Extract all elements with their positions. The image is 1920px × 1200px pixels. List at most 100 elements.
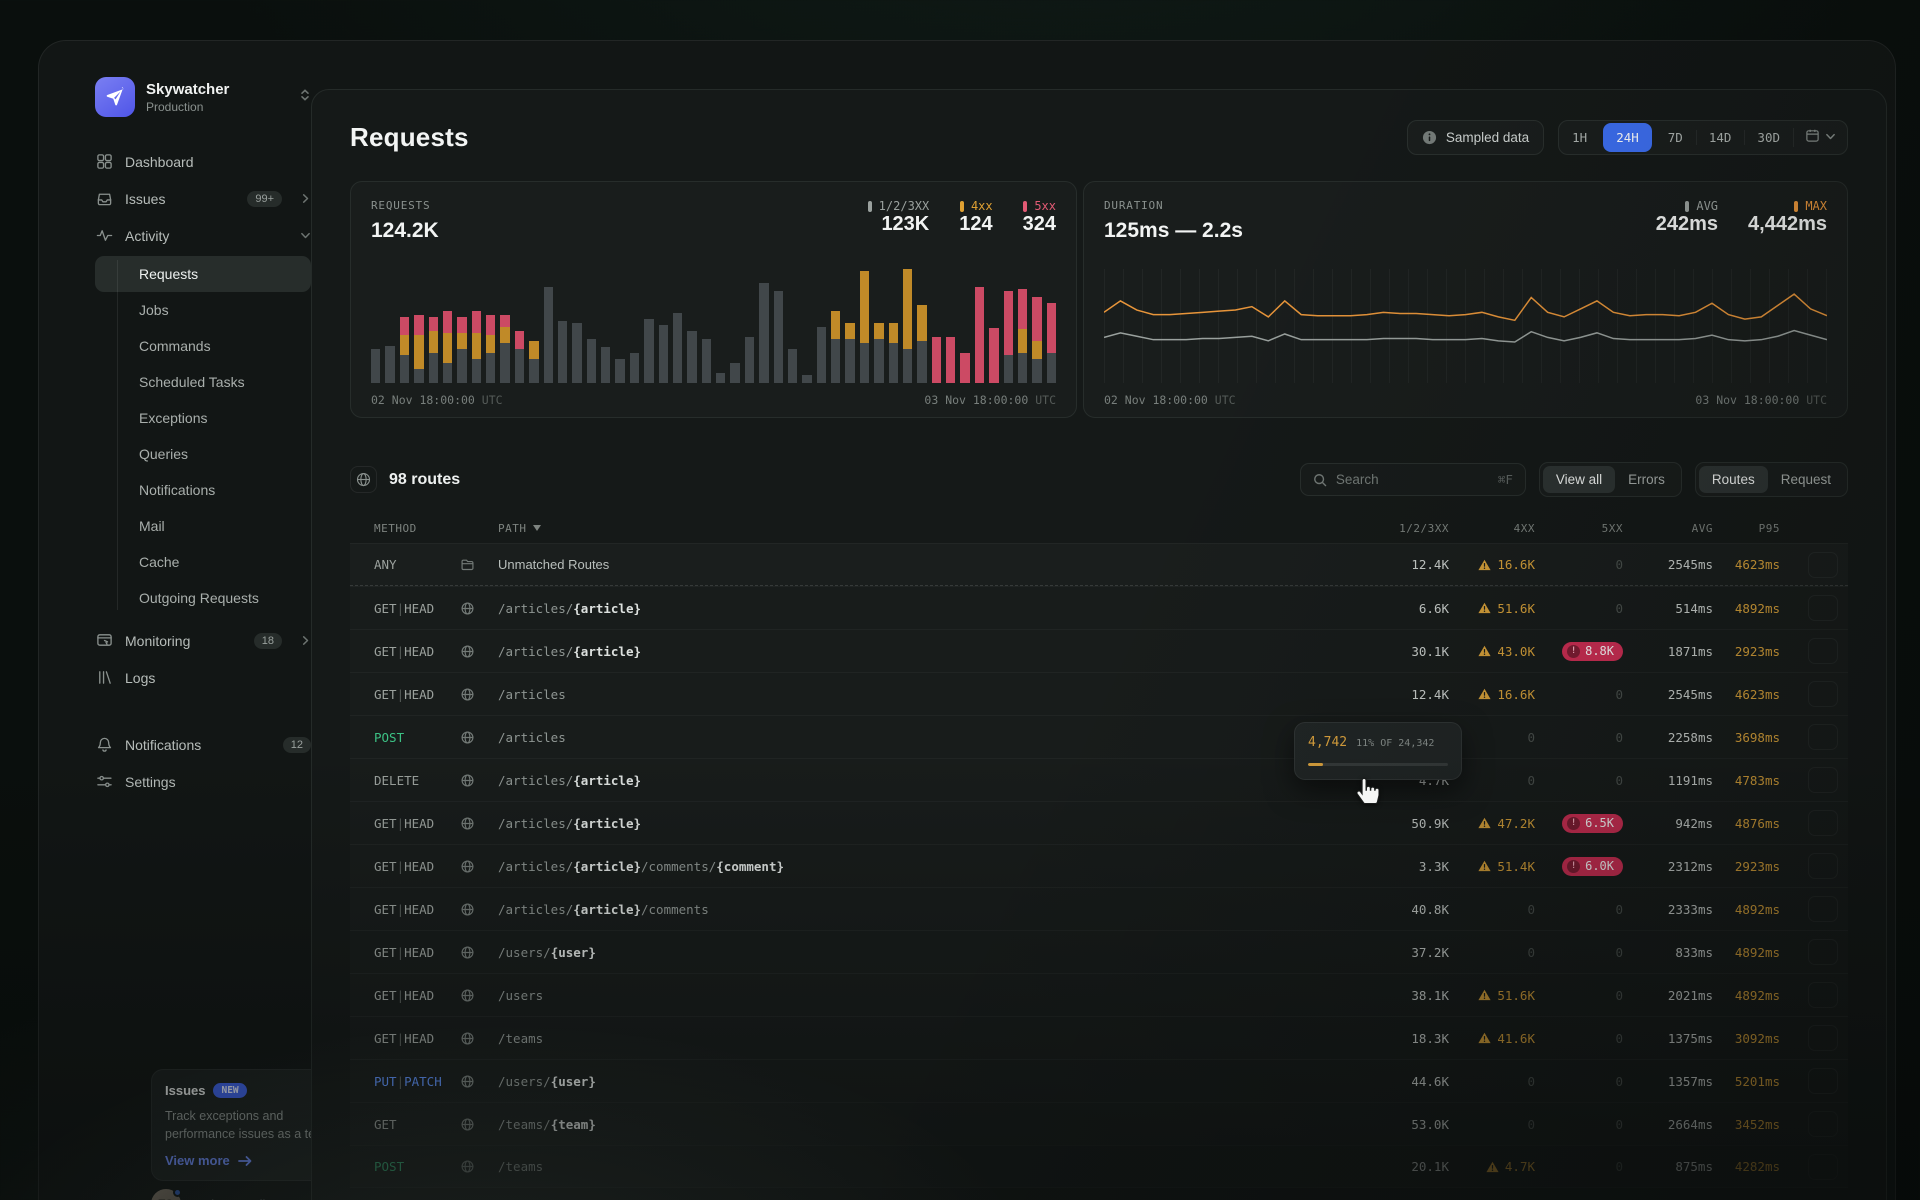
sidebar-subitem-jobs[interactable]: Jobs <box>95 292 311 328</box>
sidebar-item-notifications[interactable]: Notifications12 <box>95 726 311 763</box>
row-action-button[interactable] <box>1808 982 1838 1008</box>
route-row[interactable]: GET|HEAD/articles/{article}30.1K43.0K!8.… <box>350 629 1848 672</box>
warning-icon <box>1478 559 1491 571</box>
route-row[interactable]: GET|HEAD/articles/{article}50.9K47.2K!6.… <box>350 801 1848 844</box>
line-avg <box>1104 331 1827 342</box>
row-action-button[interactable] <box>1808 1111 1838 1137</box>
range-1h[interactable]: 1H <box>1559 121 1600 154</box>
range-7d[interactable]: 7D <box>1655 121 1696 154</box>
row-action-button[interactable] <box>1808 939 1838 965</box>
avg-duration: 2312ms <box>1668 859 1713 874</box>
sidebar-item-dashboard[interactable]: Dashboard <box>95 143 311 180</box>
row-action-button[interactable] <box>1808 767 1838 793</box>
globe-icon <box>460 644 498 659</box>
sidebar-subitem-commands[interactable]: Commands <box>95 328 311 364</box>
count-123xx: 38.1K <box>1411 988 1449 1003</box>
method: GET|HEAD <box>374 1031 460 1046</box>
workspace-switcher[interactable]: Skywatcher Production <box>95 77 311 117</box>
sidebar-subitem-mail[interactable]: Mail <box>95 508 311 544</box>
col-path[interactable]: PATH <box>498 522 1329 535</box>
route-row[interactable]: GET|HEAD/articles/{article}6.6K51.6K0514… <box>350 586 1848 629</box>
avatar: TO <box>151 1189 181 1200</box>
method: GET|HEAD <box>374 945 460 960</box>
row-action-button[interactable] <box>1808 810 1838 836</box>
row-action-button[interactable] <box>1808 1025 1838 1051</box>
bar <box>975 287 984 383</box>
sidebar-item-logs[interactable]: Logs <box>95 659 311 696</box>
row-action-button[interactable] <box>1808 724 1838 750</box>
legend-marker <box>960 201 964 212</box>
row-action-button[interactable] <box>1808 853 1838 879</box>
route-row[interactable]: POST/articles002258ms3698ms <box>350 715 1848 758</box>
method: POST <box>374 1159 460 1174</box>
route-row[interactable]: GET/teams/{team}53.0K002664ms3452ms <box>350 1102 1848 1145</box>
row-action-button[interactable] <box>1808 638 1838 664</box>
sidebar-item-issues[interactable]: Issues99+ <box>95 180 311 217</box>
route-path: /teams <box>498 1159 1329 1174</box>
count-123xx: 12.4K <box>1411 687 1449 702</box>
sidebar-subitem-queries[interactable]: Queries <box>95 436 311 472</box>
range-30d[interactable]: 30D <box>1744 121 1793 154</box>
route-row[interactable]: PUT|PATCH/users/{user}44.6K001357ms5201m… <box>350 1059 1848 1102</box>
warning-icon <box>1478 688 1491 700</box>
sidebar-subitem-scheduled-tasks[interactable]: Scheduled Tasks <box>95 364 311 400</box>
p95-duration: 3452ms <box>1735 1117 1780 1132</box>
sidebar-item-settings[interactable]: Settings <box>95 763 311 800</box>
sidebar-subitem-exceptions[interactable]: Exceptions <box>95 400 311 436</box>
sidebar-item-monitoring[interactable]: Monitoring18 <box>95 622 311 659</box>
requests-bar-chart[interactable] <box>371 269 1056 383</box>
select-chevrons-icon[interactable] <box>299 88 311 107</box>
filter-routes[interactable]: Routes <box>1699 466 1768 493</box>
bar <box>529 341 538 383</box>
sidebar-item-activity[interactable]: Activity <box>95 217 311 254</box>
route-row[interactable]: GET|HEAD/articles12.4K16.6K02545ms4623ms <box>350 672 1848 715</box>
legend-avg: AVG 242ms <box>1656 199 1718 243</box>
row-action-button[interactable] <box>1808 595 1838 621</box>
route-row[interactable]: GET|HEAD/articles/{article}/comments/{co… <box>350 844 1848 887</box>
range-24h[interactable]: 24H <box>1603 123 1652 152</box>
filter-request[interactable]: Request <box>1768 466 1844 493</box>
range-14d[interactable]: 14D <box>1696 121 1745 154</box>
bar <box>486 315 495 383</box>
sidebar-subitem-cache[interactable]: Cache <box>95 544 311 580</box>
view-more-link[interactable]: View more <box>165 1153 335 1168</box>
route-row[interactable]: GET|HEAD/teams18.3K41.6K01375ms3092ms <box>350 1016 1848 1059</box>
sampled-data-pill[interactable]: Sampled data <box>1407 120 1544 155</box>
duration-line-chart[interactable] <box>1104 269 1827 383</box>
method: GET|HEAD <box>374 859 460 874</box>
count-123xx: 30.1K <box>1411 644 1449 659</box>
route-row[interactable]: GET|HEAD/users/{user}37.2K00833ms4892ms <box>350 930 1848 973</box>
route-row[interactable]: GET|HEAD/articles/{article}/comments40.8… <box>350 887 1848 930</box>
warning-icon <box>1478 989 1491 1001</box>
requests-total: 124.2K <box>371 219 439 243</box>
row-action-button[interactable] <box>1808 896 1838 922</box>
count-123xx: 12.4K <box>1411 557 1449 572</box>
row-action-button[interactable] <box>1808 1154 1838 1180</box>
sidebar-subitem-requests[interactable]: Requests <box>95 256 311 292</box>
row-action-button[interactable] <box>1808 681 1838 707</box>
route-row[interactable]: ANYUnmatched Routes12.4K16.6K02545ms4623… <box>350 543 1848 586</box>
row-action-button[interactable] <box>1808 552 1838 578</box>
search-input[interactable]: Search ⌘F <box>1300 463 1526 496</box>
row-action-button[interactable] <box>1808 1068 1838 1094</box>
globe-icon <box>460 601 498 616</box>
globe-icon <box>460 1117 498 1132</box>
dashboard-icon <box>95 153 113 170</box>
bar <box>601 347 610 383</box>
issues-icon <box>95 190 113 207</box>
sidebar-subitem-outgoing-requests[interactable]: Outgoing Requests <box>95 580 311 616</box>
requests-card: REQUESTS 124.2K 1/2/3XX 123K 4xx 124 5xx… <box>350 181 1077 418</box>
route-row[interactable]: DELETE/articles/{article}4.7K001191ms478… <box>350 758 1848 801</box>
filter-errors[interactable]: Errors <box>1615 466 1678 493</box>
avg-duration: 2258ms <box>1668 730 1713 745</box>
count-4xx: 0 <box>1527 1074 1535 1089</box>
count-4xx: 0 <box>1527 730 1535 745</box>
sidebar-subitem-notifications[interactable]: Notifications <box>95 472 311 508</box>
route-row[interactable]: GET|HEAD/users38.1K51.6K02021ms4892ms <box>350 973 1848 1016</box>
filter-view-all[interactable]: View all <box>1543 466 1615 493</box>
legend-1-2-3xx: 1/2/3XX 123K <box>868 199 930 243</box>
promo-body: Track exceptions and performance issues … <box>165 1107 335 1143</box>
route-path: /articles/{article} <box>498 773 1329 788</box>
route-row[interactable]: POST/teams20.1K4.7K0875ms4282ms <box>350 1145 1848 1188</box>
calendar-picker[interactable] <box>1793 128 1847 148</box>
